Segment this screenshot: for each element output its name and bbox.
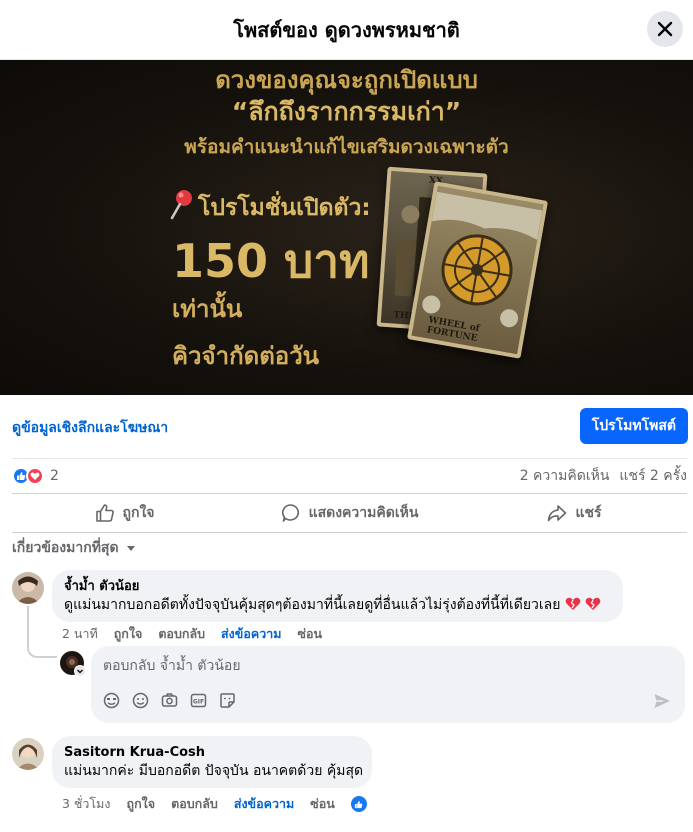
comment-label: แสดงความคิดเห็น	[308, 505, 419, 521]
post-action-bar: ถูกใจ แสดงความคิดเห็น แชร์	[12, 493, 687, 533]
reply-thread-line	[27, 606, 57, 658]
share-arrow-icon	[548, 505, 567, 522]
reply-toolbar: GIF	[103, 692, 236, 709]
ad-subline: พร้อมคำแนะนำแก้ไขเสริมดวงเฉพาะตัว	[184, 136, 509, 158]
comment-bubble: Sasitorn Krua-Cosh แม่นมากค่ะ มีบอกอดีต …	[52, 736, 372, 788]
share-button[interactable]: แชร์	[462, 494, 687, 532]
close-icon	[657, 21, 673, 37]
broken-heart-icon	[585, 597, 601, 610]
chevron-down-icon	[75, 666, 85, 676]
close-button[interactable]	[647, 11, 683, 47]
thumbs-up-icon	[95, 504, 114, 522]
reply-input[interactable]: ตอบกลับ จ้ำม้ำ ตัวน้อย	[103, 655, 241, 677]
post-dialog-header: โพสต์ของ ดูดวงพรหมชาติ	[0, 0, 693, 60]
comment-actions: 2 นาที ถูกใจ ตอบกลับ ส่งข้อความ ซ่อน	[62, 624, 322, 644]
comment-author-avatar[interactable]	[12, 738, 44, 770]
post-stats: 2 ความคิดเห็น แชร์ 2 ครั้ง	[520, 465, 687, 487]
comment-button[interactable]: แสดงความคิดเห็น	[237, 494, 462, 532]
comment-timestamp[interactable]: 3 ชั่วโมง	[62, 794, 111, 814]
promote-post-button[interactable]: โปรโมทโพสต์	[579, 408, 688, 444]
avatar-photo-icon	[12, 738, 44, 770]
ad-quote: “ลึกถึงรากกรรมเก่า”	[231, 97, 462, 126]
ad-promo-label: โปรโมชั่นเปิดตัว:	[198, 195, 371, 221]
comment-bubble-icon	[281, 504, 299, 522]
reactions-summary: 2 2 ความคิดเห็น แชร์ 2 ครั้ง	[12, 458, 687, 492]
comment-like-reaction-icon[interactable]	[350, 796, 367, 812]
comment-send-message-button[interactable]: ส่งข้อความ	[221, 624, 281, 644]
send-icon[interactable]	[653, 692, 671, 710]
comment-author-name[interactable]: จ้ำม้ำ ตัวน้อย	[64, 578, 611, 596]
share-count-link[interactable]: แชร์ 2 ครั้ง	[619, 465, 687, 487]
profile-switch-badge[interactable]	[74, 665, 86, 677]
share-label: แชร์	[575, 505, 602, 521]
comment-bubble: จ้ำม้ำ ตัวน้อย ดูแม่นมากบอกอดีตทั้งปัจจุ…	[52, 570, 623, 622]
reply-composer[interactable]: ตอบกลับ จ้ำม้ำ ตัวน้อย GIF	[91, 646, 685, 723]
dialog-title: โพสต์ของ ดูดวงพรหมชาติ	[233, 17, 460, 42]
ad-limited-queue: คิวจำกัดต่อวัน	[172, 342, 320, 370]
sort-label: เกี่ยวข้องมากที่สุด	[12, 540, 119, 556]
comment-sort-dropdown[interactable]: เกี่ยวข้องมากที่สุด	[12, 538, 137, 558]
caret-down-icon	[126, 546, 135, 551]
like-label: ถูกใจ	[122, 505, 155, 521]
comment-hide-button[interactable]: ซ่อน	[297, 624, 322, 644]
comment-send-message-button[interactable]: ส่งข้อความ	[234, 794, 294, 814]
comment-reply-button[interactable]: ตอบกลับ	[158, 624, 205, 644]
comment-count-link[interactable]: 2 ความคิดเห็น	[520, 465, 610, 487]
comment-hide-button[interactable]: ซ่อน	[310, 794, 335, 814]
camera-icon[interactable]	[161, 692, 178, 709]
like-button[interactable]: ถูกใจ	[12, 494, 237, 532]
insights-row: ดูข้อมูลเชิงลึกและโฆษณา โปรโมทโพสต์	[0, 395, 693, 457]
gif-icon[interactable]: GIF	[190, 692, 207, 709]
ad-only: เท่านั้น	[172, 295, 243, 323]
love-reaction-icon[interactable]	[26, 466, 44, 485]
comment-reply-button[interactable]: ตอบกลับ	[171, 794, 218, 814]
comment-timestamp[interactable]: 2 นาที	[62, 624, 98, 644]
emoji-icon[interactable]	[132, 692, 149, 709]
comment-actions: 3 ชั่วโมง ถูกใจ ตอบกลับ ส่งข้อความ ซ่อน	[62, 794, 367, 814]
broken-heart-icon	[565, 597, 581, 610]
avatar-sticker-icon[interactable]	[103, 692, 120, 709]
comment-text: ดูแม่นมากบอกอดีตทั้งปัจจุบันคุ้มสุดๆต้อง…	[64, 596, 611, 614]
sticker-icon[interactable]	[219, 692, 236, 709]
view-insights-link[interactable]: ดูข้อมูลเชิงลึกและโฆษณา	[12, 417, 168, 439]
comment-like-button[interactable]: ถูกใจ	[114, 624, 143, 644]
reaction-count[interactable]: 2	[50, 468, 59, 484]
comment-author-name[interactable]: Sasitorn Krua-Cosh	[64, 744, 360, 762]
svg-text:GIF: GIF	[193, 699, 204, 706]
post-ad-image[interactable]: ดวงของคุณจะถูกเปิดแบบ “ลึกถึงรากกรรมเก่า…	[0, 60, 693, 395]
comment-text-content: ดูแม่นมากบอกอดีตทั้งปัจจุบันคุ้มสุดๆต้อง…	[64, 597, 561, 613]
comment-like-button[interactable]: ถูกใจ	[127, 794, 156, 814]
avatar-photo-icon	[12, 572, 44, 604]
ad-price: 150 บาท	[172, 234, 370, 288]
comment-text: แม่นมากค่ะ มีบอกอดีต ปัจจุบัน อนาคตด้วย …	[64, 763, 364, 779]
comment-author-avatar[interactable]	[12, 572, 44, 604]
